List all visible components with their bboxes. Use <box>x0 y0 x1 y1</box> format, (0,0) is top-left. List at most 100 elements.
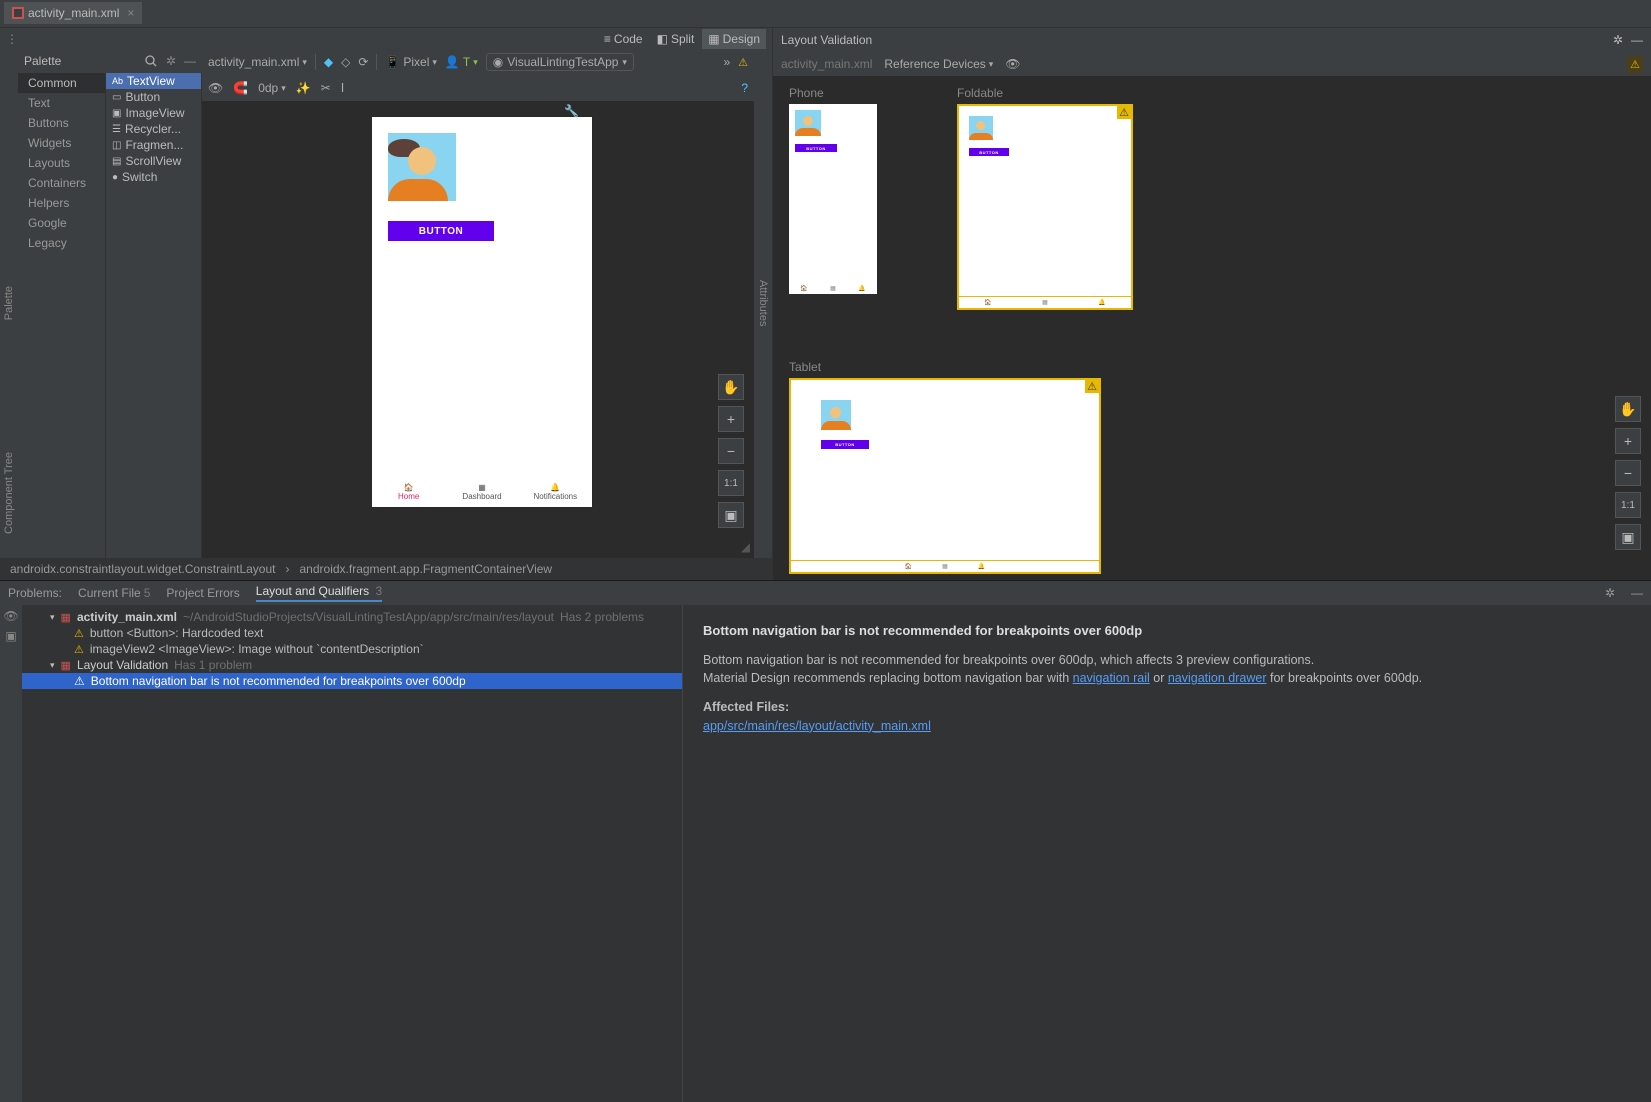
window-icon[interactable]: ▣ <box>5 629 16 643</box>
guideline-icon[interactable]: Ⅰ <box>341 81 345 95</box>
tab-current-file[interactable]: Current File5 <box>78 586 150 600</box>
magnet-icon[interactable]: 🧲 <box>233 81 248 95</box>
tree-group-node[interactable]: ▾ ▦ Layout Validation Has 1 problem <box>22 657 682 673</box>
nav-notifications[interactable]: 🔔 Notifications <box>519 479 592 507</box>
widget-switch[interactable]: ●Switch <box>106 169 201 185</box>
tree-problem-row-selected[interactable]: ⚠ Bottom navigation bar is not recommend… <box>22 673 682 689</box>
view-mode-code[interactable]: ≡ Code <box>598 29 649 49</box>
layout-validation-body[interactable]: Phone BUTTON 🏠▦🔔 Foldable ⚠ <box>773 76 1651 580</box>
breadcrumb-item[interactable]: androidx.constraintlayout.widget.Constra… <box>10 562 276 576</box>
zoom-in-button[interactable]: + <box>1615 428 1641 454</box>
tab-project-errors[interactable]: Project Errors <box>166 586 239 600</box>
gear-icon[interactable]: ✲ <box>166 54 176 68</box>
wrench-icon[interactable]: 🔧 <box>564 104 579 118</box>
clear-constraints-icon[interactable]: ✂ <box>321 81 331 95</box>
device-preview-main[interactable]: BUTTON 🏠 Home ▦ Dashboard 🔔 <box>372 117 592 507</box>
file-selector[interactable]: activity_main.xml ▾ <box>208 55 307 69</box>
gear-icon[interactable]: ✲ <box>1613 33 1623 47</box>
widget-textview[interactable]: AbTextView <box>106 73 201 89</box>
minimize-icon[interactable]: — <box>184 54 196 68</box>
design-canvas[interactable]: activity_main.xml ▾ ◆ ◇ ⟳ 📱 Pixel ▾ 👤 T … <box>202 49 754 558</box>
resize-grip-icon[interactable]: ◢ <box>741 540 750 554</box>
view-mode-design[interactable]: ▦ Design <box>702 29 766 49</box>
blueprint-icon[interactable]: ◇ <box>341 55 350 69</box>
eye-icon[interactable]: 👁 <box>3 609 18 623</box>
home-icon: 🏠 <box>905 563 912 570</box>
eye-icon[interactable]: 👁 <box>208 81 223 95</box>
palette-cat-buttons[interactable]: Buttons <box>18 113 105 133</box>
editor-tab-activity-main[interactable]: activity_main.xml × <box>4 2 142 26</box>
lv-foldable-preview[interactable]: ⚠ BUTTON 🏠▦🔔 <box>957 104 1133 310</box>
orientation-icon[interactable]: ⟳ <box>358 55 368 69</box>
affected-files-label: Affected Files: <box>703 700 789 714</box>
link-navigation-rail[interactable]: navigation rail <box>1073 671 1150 685</box>
lv-phone-preview[interactable]: BUTTON 🏠▦🔔 <box>789 104 877 294</box>
avatar-image <box>388 133 456 201</box>
tree-problem-row[interactable]: ⚠ imageView2 <ImageView>: Image without … <box>22 641 682 657</box>
palette-cat-google[interactable]: Google <box>18 213 105 233</box>
nav-dashboard[interactable]: ▦ Dashboard <box>445 479 518 507</box>
widget-fragment[interactable]: ◫Fragmen... <box>106 137 201 153</box>
palette-cat-layouts[interactable]: Layouts <box>18 153 105 173</box>
lv-tablet-preview[interactable]: ⚠ BUTTON 🏠▦🔔 <box>789 378 1101 574</box>
zoom-in-button[interactable]: + <box>718 406 744 432</box>
xml-file-icon: ▦ <box>61 611 71 624</box>
chevrons-icon[interactable]: » <box>723 55 730 69</box>
widget-imageview[interactable]: ▣ImageView <box>106 105 201 121</box>
lv-file-label: activity_main.xml <box>781 57 872 71</box>
palette-cat-common[interactable]: Common <box>18 73 105 93</box>
warning-icon[interactable]: ⚠ <box>738 56 748 69</box>
pan-icon[interactable]: ✋ <box>718 374 744 400</box>
gear-icon[interactable]: ✲ <box>1605 586 1615 600</box>
tab-layout-qualifiers[interactable]: Layout and Qualifiers 3 <box>256 584 382 602</box>
palette-cat-text[interactable]: Text <box>18 93 105 113</box>
wand-icon[interactable]: ✨ <box>296 81 311 95</box>
zoom-11-button[interactable]: 1:1 <box>1615 492 1641 518</box>
close-icon[interactable]: × <box>127 6 134 20</box>
preview-button[interactable]: BUTTON <box>388 221 494 241</box>
zoom-11-button[interactable]: 1:1 <box>718 470 744 496</box>
minimize-icon[interactable]: — <box>1631 586 1643 600</box>
zoom-fit-button[interactable]: ▣ <box>718 502 744 528</box>
widget-recyclerview[interactable]: ☰Recycler... <box>106 121 201 137</box>
component-tree-vertical-tab[interactable]: Component Tree <box>0 428 18 558</box>
pan-icon[interactable]: ✋ <box>1615 396 1641 422</box>
affected-file-link[interactable]: app/src/main/res/layout/activity_main.xm… <box>703 719 931 733</box>
palette-cat-containers[interactable]: Containers <box>18 173 105 193</box>
chevron-down-icon: ▾ <box>50 612 55 623</box>
search-icon[interactable] <box>144 54 158 68</box>
view-mode-split[interactable]: ◧ Split <box>651 29 701 49</box>
palette-cat-legacy[interactable]: Legacy <box>18 233 105 253</box>
nav-home[interactable]: 🏠 Home <box>372 479 445 507</box>
design-surface-icon[interactable]: ◆ <box>324 55 333 69</box>
palette-cat-helpers[interactable]: Helpers <box>18 193 105 213</box>
tree-file-node[interactable]: ▾ ▦ activity_main.xml ~/AndroidStudioPro… <box>22 609 682 625</box>
lv-tablet-label: Tablet <box>789 360 1635 374</box>
editor-tab-bar: activity_main.xml × <box>0 0 1651 28</box>
eye-icon[interactable]: 👁 <box>1005 57 1020 71</box>
zoom-out-button[interactable]: − <box>718 438 744 464</box>
palette-cat-widgets[interactable]: Widgets <box>18 133 105 153</box>
home-icon: 🏠 <box>404 483 414 492</box>
warning-icon[interactable]: ⚠ <box>1627 56 1643 73</box>
tree-problem-row[interactable]: ⚠ button <Button>: Hardcoded text <box>22 625 682 641</box>
reference-devices-selector[interactable]: Reference Devices ▾ <box>884 57 993 71</box>
help-icon[interactable]: ? <box>741 81 748 95</box>
bell-icon: 🔔 <box>550 483 560 492</box>
margin-selector[interactable]: 0dp ▾ <box>258 81 286 95</box>
breadcrumb-item[interactable]: androidx.fragment.app.FragmentContainerV… <box>300 562 553 576</box>
app-selector[interactable]: ◉ VisualLintingTestApp ▾ <box>486 53 634 71</box>
zoom-out-button[interactable]: − <box>1615 460 1641 486</box>
widget-button[interactable]: ▭Button <box>106 89 201 105</box>
theme-selector[interactable]: 👤 T ▾ <box>445 55 478 69</box>
attributes-vertical-tab[interactable]: Attributes <box>754 49 772 558</box>
overflow-icon[interactable]: ⋮ <box>6 32 18 46</box>
device-selector[interactable]: 📱 Pixel ▾ <box>385 55 437 69</box>
design-toolbar-1: activity_main.xml ▾ ◆ ◇ ⟳ 📱 Pixel ▾ 👤 T … <box>202 49 754 75</box>
zoom-fit-button[interactable]: ▣ <box>1615 524 1641 550</box>
widget-scrollview[interactable]: ▤ScrollView <box>106 153 201 169</box>
link-navigation-drawer[interactable]: navigation drawer <box>1168 671 1267 685</box>
minimize-icon[interactable]: — <box>1631 33 1643 47</box>
design-icon: ▦ <box>708 32 719 46</box>
mini-button: BUTTON <box>795 144 837 152</box>
